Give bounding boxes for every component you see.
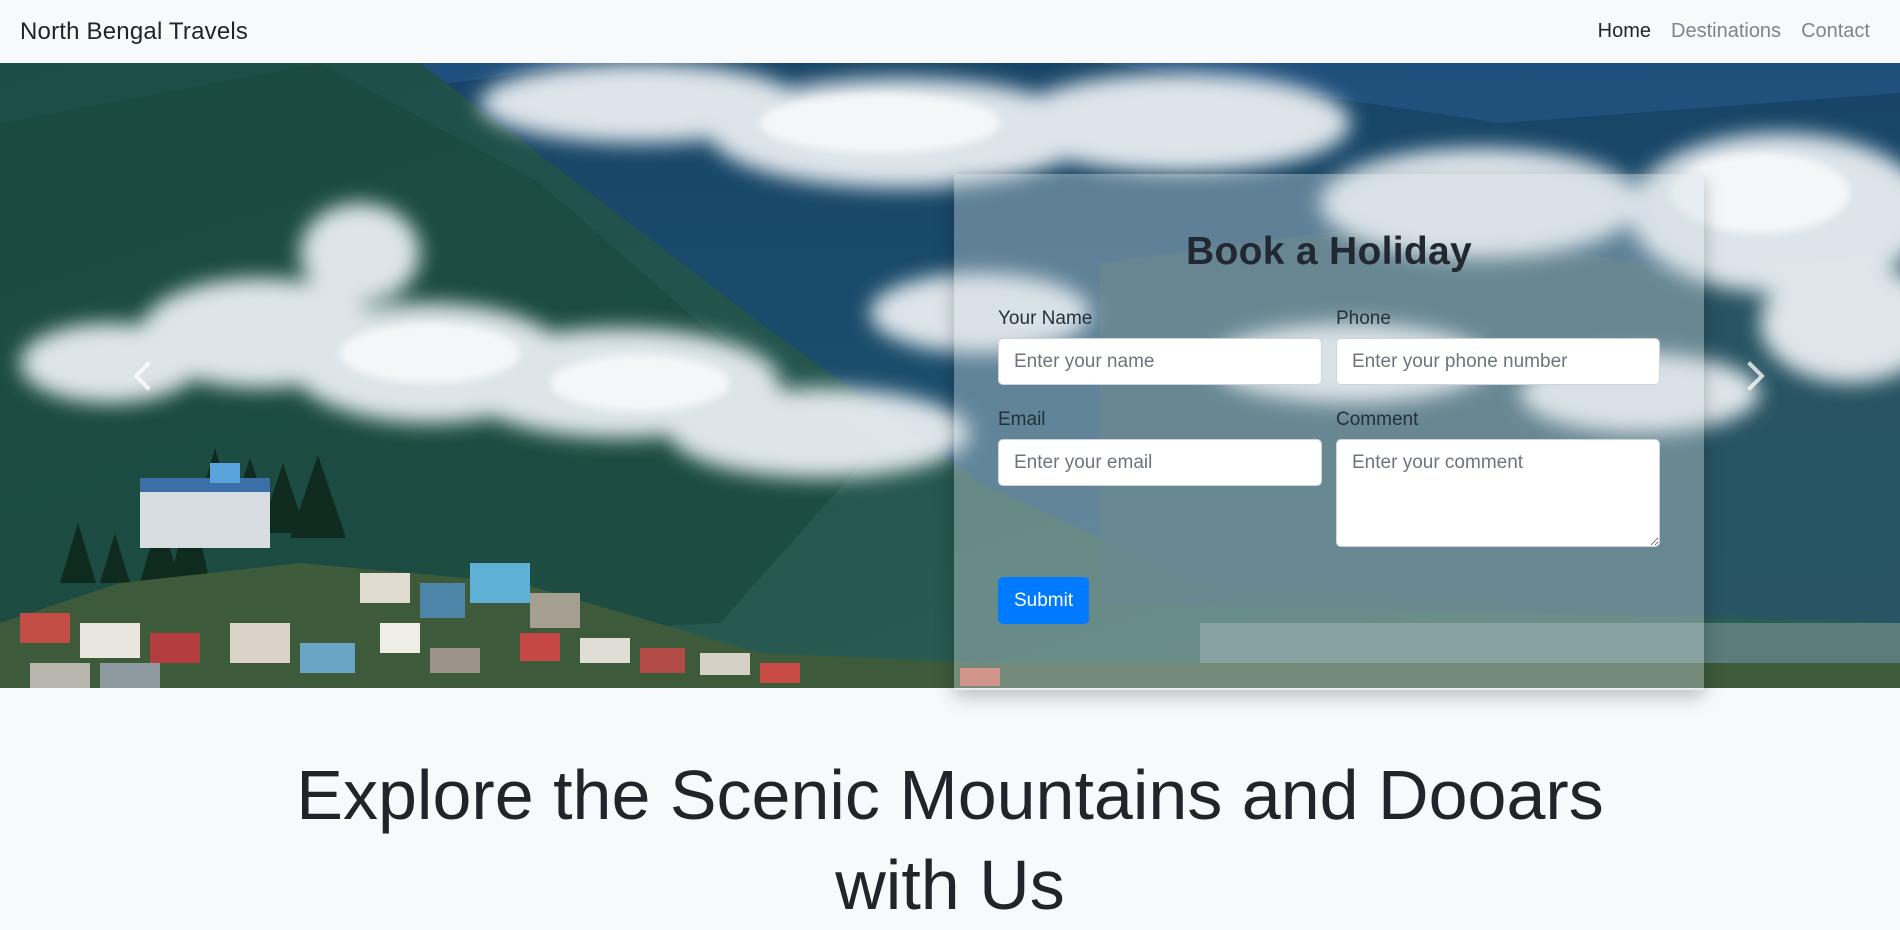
- chevron-right-icon: [1747, 361, 1765, 391]
- nav-link-contact[interactable]: Contact: [1791, 20, 1880, 43]
- comment-label: Comment: [1336, 409, 1419, 430]
- carousel-prev-button[interactable]: [112, 346, 172, 406]
- nav-links: Home Destinations Contact: [1588, 20, 1880, 43]
- phone-field-group: Phone: [1336, 308, 1660, 385]
- carousel-next-button[interactable]: [1726, 346, 1786, 406]
- comment-textarea[interactable]: [1336, 439, 1660, 547]
- name-input[interactable]: [998, 338, 1322, 385]
- email-label: Email: [998, 409, 1046, 430]
- phone-input[interactable]: [1336, 338, 1660, 385]
- brand-link[interactable]: North Bengal Travels: [20, 18, 248, 46]
- chevron-left-icon: [133, 361, 151, 391]
- email-field-group: Email: [998, 409, 1322, 547]
- phone-label: Phone: [1336, 308, 1391, 329]
- booking-form: Your Name Phone Email Comment Submit: [998, 308, 1660, 624]
- submit-button[interactable]: Submit: [998, 577, 1090, 624]
- name-field-group: Your Name: [998, 308, 1322, 385]
- comment-field-group: Comment: [1336, 409, 1660, 547]
- booking-card: Book a Holiday Your Name Phone Email Com…: [954, 174, 1704, 690]
- nav-link-home[interactable]: Home: [1588, 20, 1661, 43]
- nav-link-destinations[interactable]: Destinations: [1661, 20, 1791, 43]
- page-headline: Explore the Scenic Mountains and Dooars …: [296, 756, 1604, 924]
- booking-title: Book a Holiday: [1186, 230, 1472, 273]
- name-label: Your Name: [998, 308, 1093, 329]
- navbar: North Bengal Travels Home Destinations C…: [0, 0, 1900, 63]
- email-input[interactable]: [998, 439, 1322, 486]
- submit-row: Submit: [998, 571, 1322, 624]
